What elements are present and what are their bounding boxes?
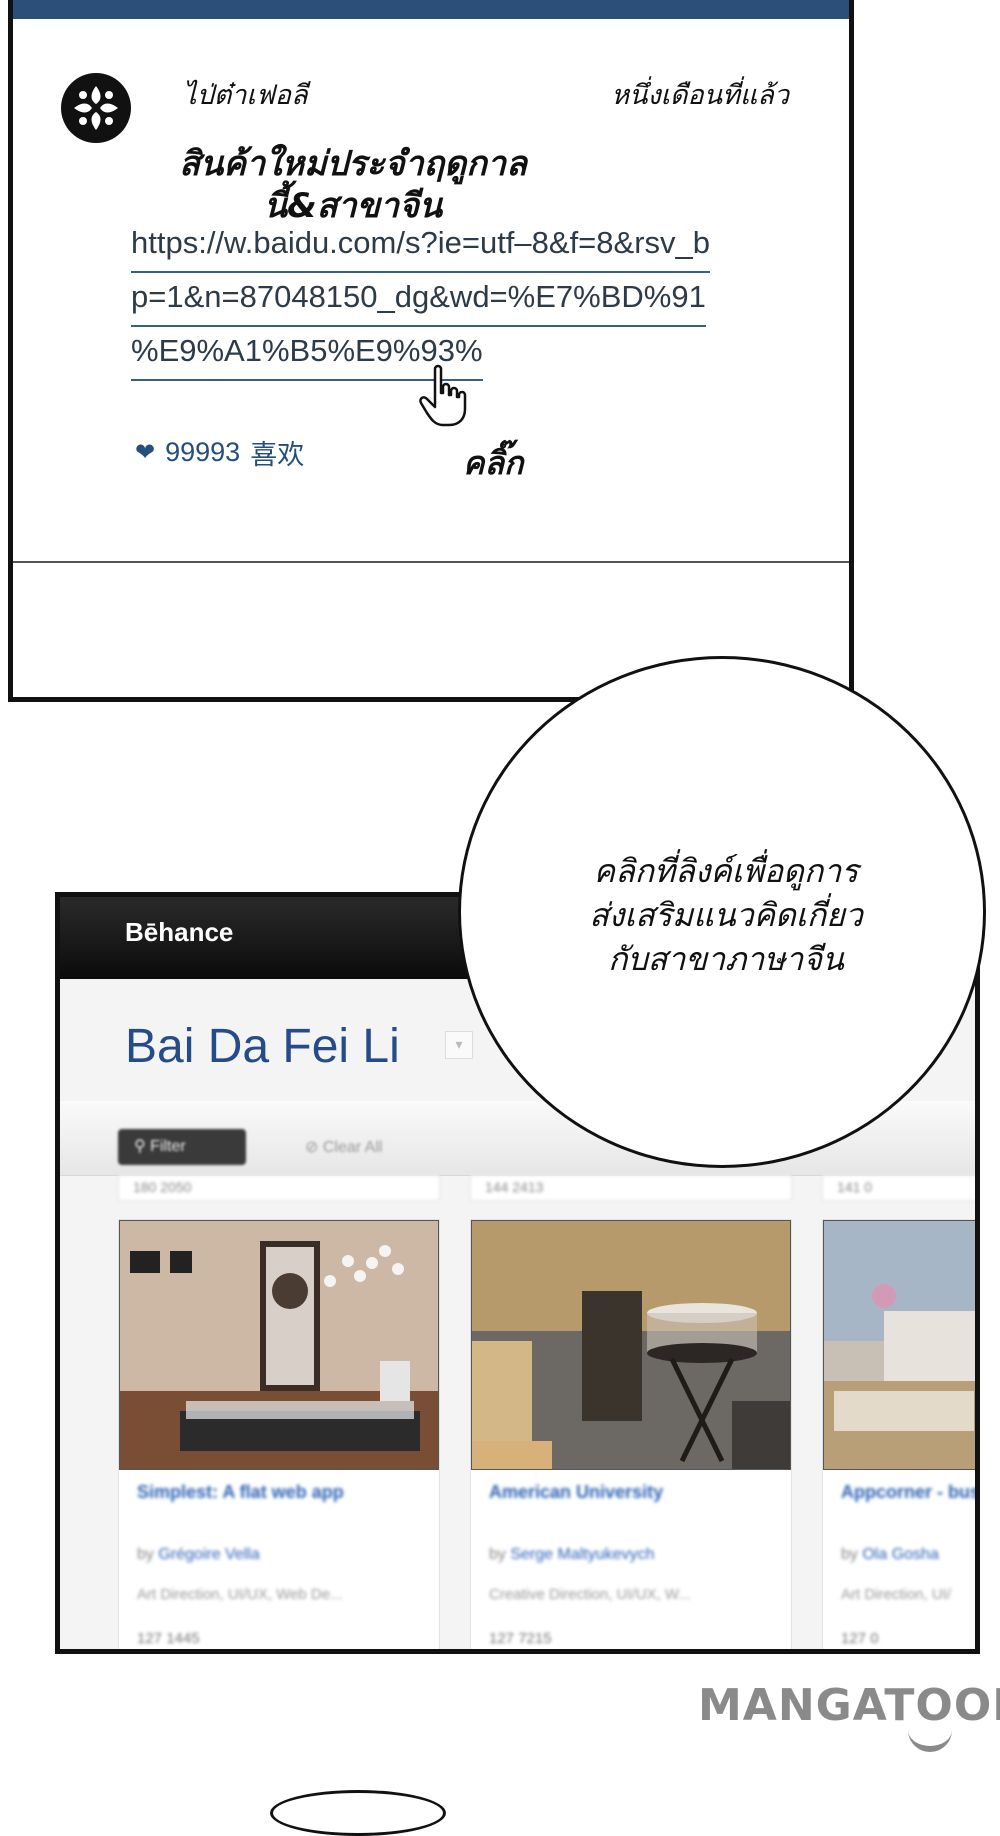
avatar[interactable] bbox=[61, 73, 131, 143]
behance-logo[interactable]: Bēhance bbox=[125, 917, 233, 948]
card-title[interactable]: American University bbox=[489, 1482, 779, 1503]
speech-bubble: คลิกที่ลิงค์เพื่อดูการ ส่งเสริมแนวคิดเกี… bbox=[458, 656, 986, 1168]
card-stats: 127 7215 bbox=[489, 1630, 552, 1647]
card-author: by Ola Gosha bbox=[841, 1546, 939, 1564]
author-link[interactable]: Ola Gosha bbox=[862, 1546, 938, 1563]
post-title-line-1: สินค้าใหม่ประจำฤดูกาล bbox=[179, 144, 527, 184]
post-divider bbox=[13, 561, 849, 563]
card-title[interactable]: Simplest: A flat web app bbox=[137, 1482, 427, 1503]
pointer-hand-icon bbox=[419, 364, 467, 427]
project-thumbnail[interactable] bbox=[119, 1220, 439, 1470]
card-stats: 127 1445 bbox=[137, 1630, 200, 1647]
likes-count: 99993 bbox=[165, 437, 241, 467]
post-title: สินค้าใหม่ประจำฤดูกาล นี้&สาขาจีน bbox=[163, 143, 543, 227]
author-link[interactable]: Serge Maltyukevych bbox=[510, 1546, 654, 1563]
author-link[interactable]: Grégoire Vella bbox=[158, 1546, 259, 1563]
post-top-bar bbox=[13, 0, 849, 19]
next-bubble-edge bbox=[270, 1790, 446, 1836]
chevron-down-icon[interactable]: ▾ bbox=[445, 1031, 473, 1059]
ornament-icon bbox=[74, 86, 118, 130]
post-link-line-2[interactable]: p=1&n=87048150_dg&wd=%E7%BD%91 bbox=[131, 273, 706, 327]
card-fields: Art Direction, UI/ bbox=[841, 1586, 952, 1603]
list-item: 141 0 bbox=[822, 1175, 975, 1201]
clear-all-link[interactable]: ⊘ Clear All bbox=[305, 1137, 382, 1157]
project-thumbnail[interactable] bbox=[823, 1220, 975, 1470]
speech-bubble-text: คลิกที่ลิงค์เพื่อดูการ ส่งเสริมแนวคิดเกี… bbox=[571, 849, 881, 981]
by-label: by bbox=[489, 1546, 506, 1563]
list-item: 180 2050 bbox=[118, 1175, 440, 1201]
card-stats: 127 0 bbox=[841, 1630, 879, 1647]
post-username[interactable]: ไป่ต๋าเฟอลี bbox=[183, 73, 308, 116]
store-interior-image bbox=[824, 1221, 975, 1469]
project-card[interactable]: American University by Serge Maltyukevyc… bbox=[470, 1219, 792, 1649]
post-panel: ไป่ต๋าเฟอลี หนึ่งเดือนที่แล้ว สินค้าใหม่… bbox=[8, 0, 854, 702]
post-timestamp: หนึ่งเดือนที่แล้ว bbox=[611, 80, 789, 111]
watermark: MANGATOON bbox=[698, 1680, 1000, 1731]
by-label: by bbox=[137, 1546, 154, 1563]
card-title[interactable]: Appcorner - business&tech bbox=[841, 1482, 975, 1503]
likes-counter[interactable]: ❤ 99993 喜欢 bbox=[135, 433, 304, 472]
clear-all-label: Clear All bbox=[322, 1139, 383, 1156]
watermark-smile-icon bbox=[908, 1726, 952, 1752]
speech-line-3: กับสาขาภาษาจีน bbox=[608, 940, 844, 978]
project-card[interactable]: Simplest: A flat web app by Grégoire Vel… bbox=[118, 1219, 440, 1649]
search-icon: ⚲ bbox=[134, 1138, 146, 1155]
likes-label: 喜欢 bbox=[250, 440, 305, 470]
store-interior-image bbox=[120, 1221, 438, 1469]
by-label: by bbox=[841, 1546, 858, 1563]
list-item: 144 2413 bbox=[470, 1175, 792, 1201]
post-link-line-1[interactable]: https://w.baidu.com/s?ie=utf–8&f=8&rsv_b bbox=[131, 219, 711, 273]
heart-icon: ❤ bbox=[135, 439, 156, 466]
speech-line-2: ส่งเสริมแนวคิดเกี่ยว bbox=[589, 896, 863, 934]
card-author: by Grégoire Vella bbox=[137, 1546, 260, 1564]
post-link[interactable]: https://w.baidu.com/s?ie=utf–8&f=8&rsv_b… bbox=[131, 219, 811, 381]
card-fields: Creative Direction, UI/UX, W... bbox=[489, 1586, 691, 1603]
clear-icon: ⊘ bbox=[305, 1139, 319, 1156]
project-thumbnail[interactable] bbox=[471, 1220, 791, 1470]
card-fields: Art Direction, UI/UX, Web De... bbox=[137, 1586, 343, 1603]
filter-label: Filter bbox=[150, 1138, 186, 1155]
project-card[interactable]: Appcorner - business&tech by Ola Gosha A… bbox=[822, 1219, 975, 1649]
page-title: Bai Da Fei Li bbox=[125, 1020, 400, 1073]
filter-button[interactable]: ⚲ Filter bbox=[118, 1129, 246, 1165]
click-sfx-text: คลิ๊ก bbox=[463, 444, 524, 482]
card-author: by Serge Maltyukevych bbox=[489, 1546, 654, 1564]
speech-line-1: คลิกที่ลิงค์เพื่อดูการ bbox=[593, 852, 859, 890]
store-interior-image bbox=[472, 1221, 790, 1469]
